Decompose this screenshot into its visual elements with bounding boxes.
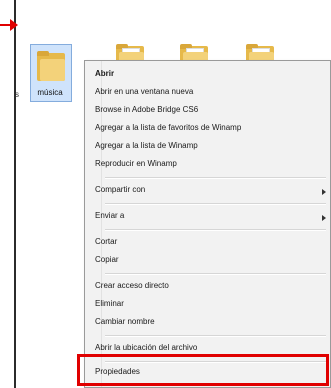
- menu-item-enviar-a[interactable]: Enviar a: [95, 211, 124, 220]
- submenu-arrow-icon: [322, 215, 326, 221]
- menu-item-abrir[interactable]: Abrir: [95, 69, 114, 78]
- menu-item-winamp-favoritos[interactable]: Agregar a la lista de favoritos de Winam…: [95, 123, 241, 132]
- submenu-arrow-icon: [322, 189, 326, 195]
- context-menu: Abrir Abrir en una ventana nueva Browse …: [84, 60, 331, 388]
- menu-item-abrir-ubicacion[interactable]: Abrir la ubicación del archivo: [95, 343, 197, 352]
- menu-item-abrir-nueva-ventana[interactable]: Abrir en una ventana nueva: [95, 87, 193, 96]
- folder-icon: [37, 51, 65, 81]
- menu-separator: [105, 177, 326, 179]
- menu-item-copiar[interactable]: Copiar: [95, 255, 119, 264]
- truncated-label-fragment: s: [15, 90, 19, 99]
- menu-item-winamp-lista[interactable]: Agregar a la lista de Winamp: [95, 141, 198, 150]
- menu-item-adobe-bridge[interactable]: Browse in Adobe Bridge CS6: [95, 105, 198, 114]
- menu-item-eliminar[interactable]: Eliminar: [95, 299, 124, 308]
- menu-separator: [105, 203, 326, 205]
- menu-separator: [105, 229, 326, 231]
- menu-item-winamp-reproducir[interactable]: Reproducir en Winamp: [95, 159, 177, 168]
- pointer-arrow-icon: [10, 19, 18, 31]
- menu-item-compartir-con[interactable]: Compartir con: [95, 185, 145, 194]
- menu-item-cambiar-nombre[interactable]: Cambiar nombre: [95, 317, 155, 326]
- menu-separator: [105, 335, 326, 337]
- menu-item-crear-acceso-directo[interactable]: Crear acceso directo: [95, 281, 169, 290]
- folder-name-label: música: [37, 88, 63, 97]
- menu-separator: [105, 273, 326, 275]
- menu-item-cortar[interactable]: Cortar: [95, 237, 117, 246]
- highlight-box: [77, 354, 329, 386]
